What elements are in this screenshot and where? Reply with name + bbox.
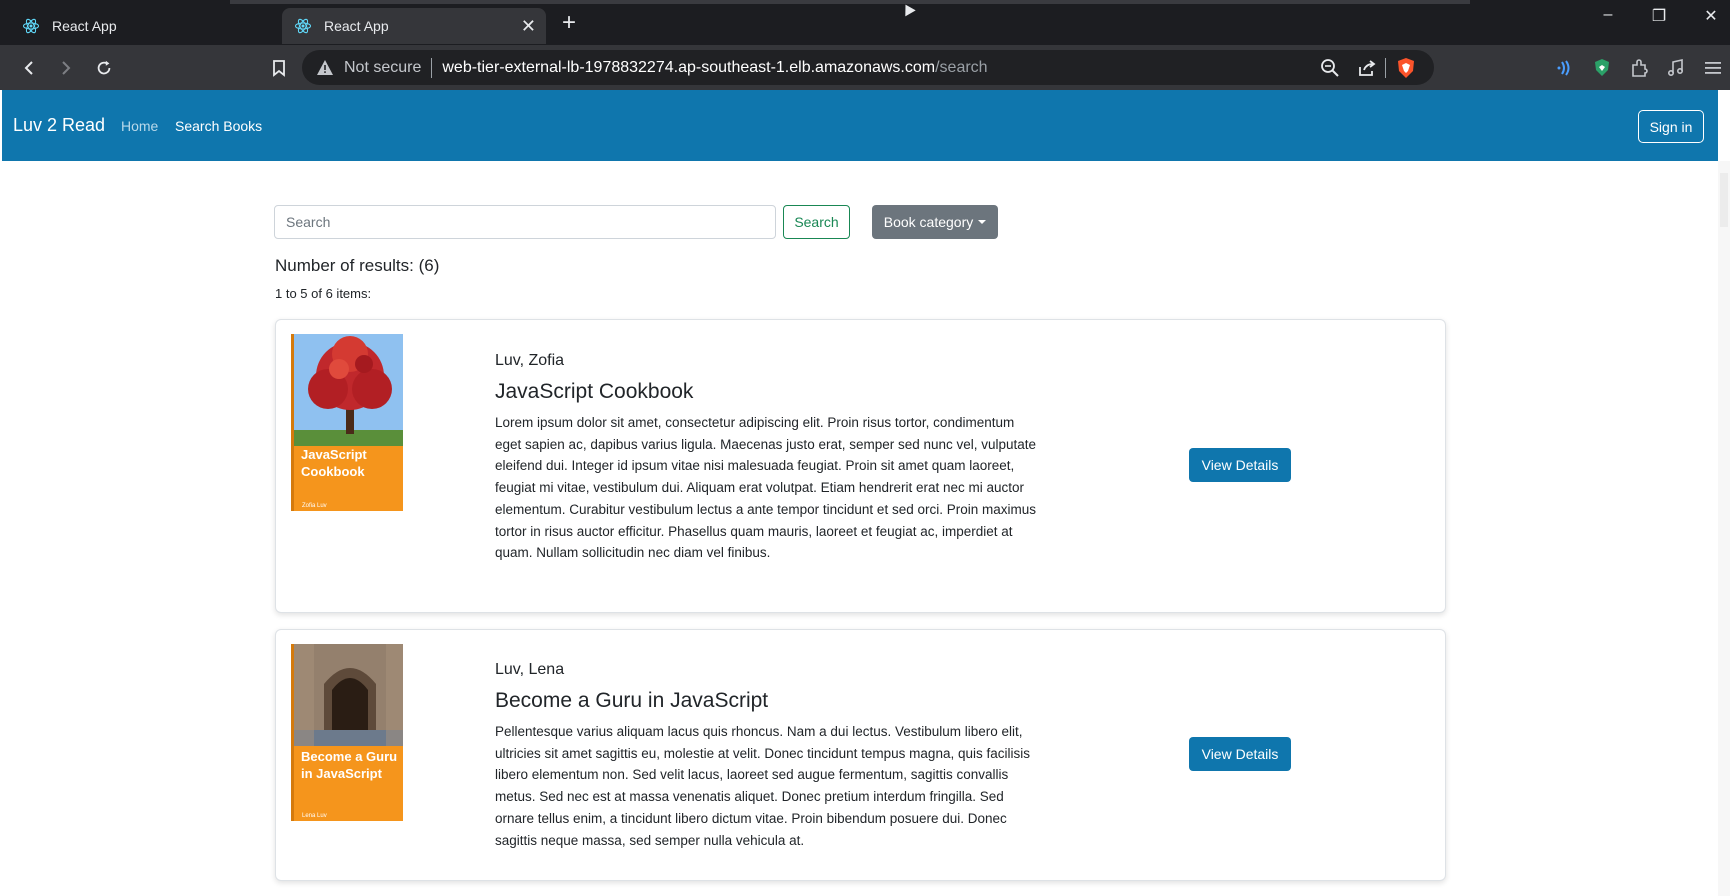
menu-icon[interactable] — [1701, 56, 1725, 80]
warning-icon[interactable] — [316, 59, 334, 77]
browser-tab[interactable]: React App — [10, 8, 280, 44]
book-card: JavaScript Cookbook Zofia Luv Luv, Zofia… — [275, 319, 1446, 613]
scrollbar-thumb[interactable] — [1720, 173, 1728, 227]
cover-title: Become a Guru in JavaScript — [301, 749, 398, 781]
back-icon[interactable] — [16, 55, 42, 81]
zoom-out-icon[interactable] — [1319, 57, 1341, 79]
book-author: Luv, Zofia — [495, 352, 565, 369]
security-status-label[interactable]: Not secure — [344, 59, 421, 77]
tree-illustration — [294, 334, 403, 446]
forward-icon[interactable] — [53, 55, 79, 81]
react-icon — [22, 17, 40, 35]
tab-title: React App — [52, 18, 117, 34]
view-details-button[interactable]: View Details — [1189, 737, 1291, 771]
browser-tab-bar: React App React App ✕ + – ❐ ✕ — [0, 0, 1730, 45]
new-tab-button[interactable]: + — [562, 8, 576, 38]
nav-link-home[interactable]: Home — [121, 118, 158, 134]
address-separator — [431, 57, 433, 78]
book-author: Luv, Lena — [495, 661, 565, 678]
tab-title: React App — [324, 18, 389, 34]
bookmark-icon[interactable] — [266, 55, 292, 81]
tab-strip-highlight — [230, 0, 1470, 4]
close-window-button[interactable]: ✕ — [1696, 6, 1726, 26]
nav-link-search-books[interactable]: Search Books — [175, 118, 262, 134]
app-navbar: Luv 2 Read Home Search Books Sign in — [2, 90, 1718, 161]
book-description: Lorem ipsum dolor sit amet, consectetur … — [495, 415, 1037, 561]
share-icon[interactable] — [1356, 57, 1378, 79]
book-description: Pellentesque varius aliquam lacus quis r… — [495, 724, 1030, 848]
restore-button[interactable]: ❐ — [1644, 6, 1674, 26]
minimize-button[interactable]: – — [1593, 6, 1623, 24]
caret-down-icon — [978, 220, 987, 224]
reload-icon[interactable] — [91, 55, 117, 81]
book-category-dropdown[interactable]: Book category — [872, 205, 998, 239]
search-input[interactable] — [274, 205, 776, 239]
shield-extension-icon[interactable] — [1590, 56, 1614, 80]
book-category-label: Book category — [883, 214, 974, 230]
results-count: Number of results: (6) — [275, 256, 440, 275]
address-bar[interactable]: Not secure web-tier-external-lb-19788322… — [302, 50, 1434, 85]
archway-illustration — [294, 644, 403, 746]
items-range: 1 to 5 of 6 items: — [275, 286, 372, 301]
book-title: Become a Guru in JavaScript — [495, 689, 769, 712]
view-details-button[interactable]: View Details — [1189, 448, 1291, 482]
cover-author: Lena Luv — [302, 813, 327, 819]
browser-toolbar: Not secure web-tier-external-lb-19788322… — [0, 45, 1730, 90]
media-icon[interactable] — [1664, 56, 1688, 80]
browser-tab-active[interactable]: React App ✕ — [282, 8, 546, 44]
react-icon — [294, 17, 312, 35]
book-cover-image: Become a Guru in JavaScript Lena Luv — [291, 644, 403, 821]
cover-title: JavaScript Cookbook — [301, 447, 367, 479]
search-button[interactable]: Search — [783, 205, 850, 239]
brave-shield-icon[interactable] — [1395, 57, 1417, 79]
brand-link[interactable]: Luv 2 Read — [13, 115, 105, 136]
extensions-icon[interactable] — [1627, 56, 1651, 80]
url-host[interactable]: web-tier-external-lb-1978832274.ap-south… — [442, 59, 935, 77]
wallet-icon[interactable] — [1553, 56, 1577, 80]
book-cover-image: JavaScript Cookbook Zofia Luv — [291, 334, 403, 511]
close-tab-icon[interactable]: ✕ — [521, 16, 536, 36]
page-scrollbar[interactable] — [1718, 161, 1730, 896]
book-card: Become a Guru in JavaScript Lena Luv Luv… — [275, 629, 1446, 881]
toolbar-separator — [1384, 57, 1386, 79]
url-path[interactable]: /search — [935, 59, 987, 77]
sign-in-button[interactable]: Sign in — [1638, 110, 1704, 143]
cover-author: Zofia Luv — [302, 503, 327, 509]
book-title: JavaScript Cookbook — [495, 380, 694, 403]
